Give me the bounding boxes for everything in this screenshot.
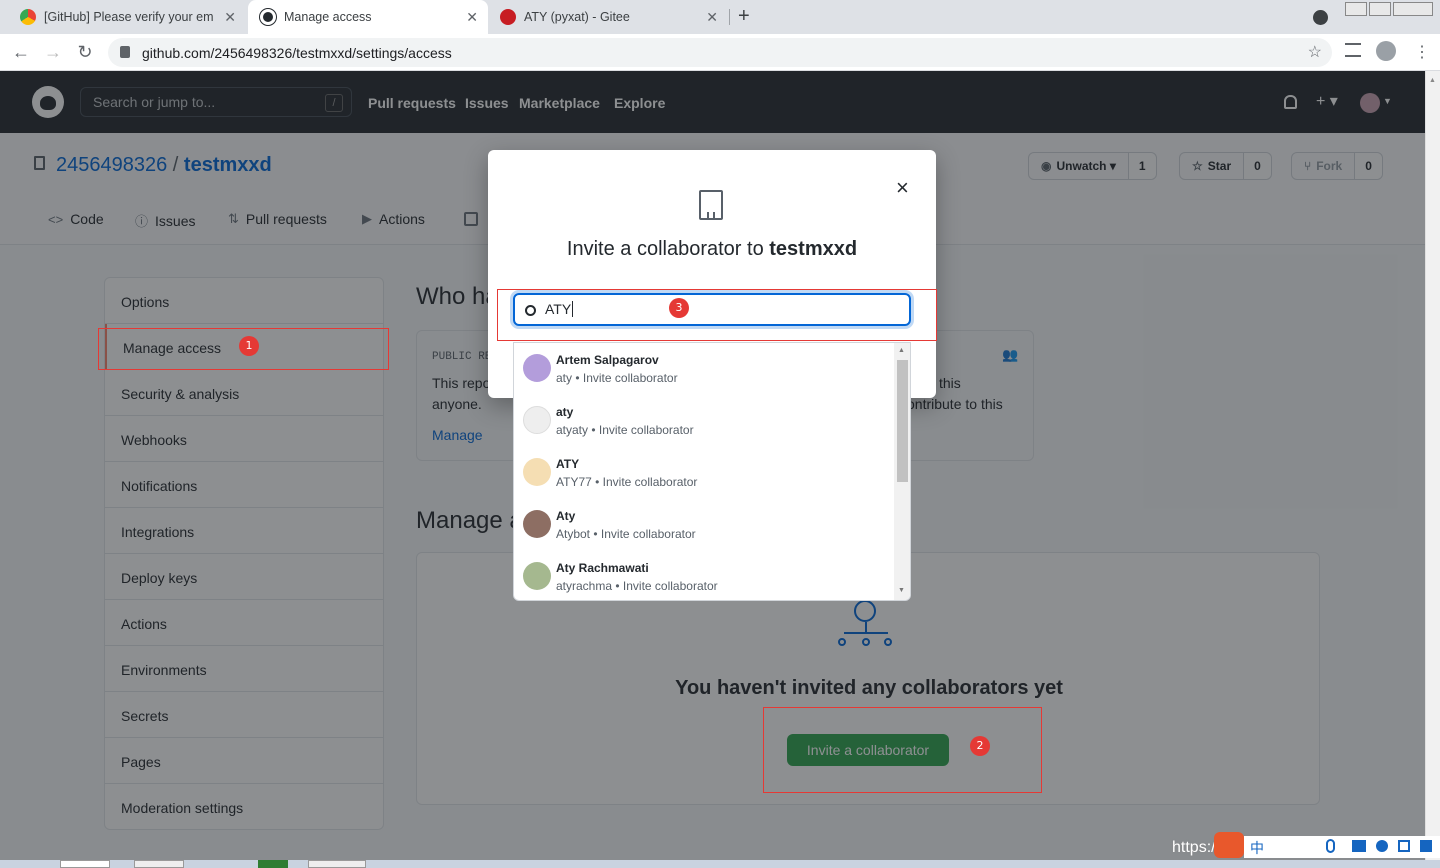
ime-chinese-toggle[interactable]: 中 [1250, 838, 1264, 858]
dialog-title-repo: testmxxd [769, 238, 858, 260]
result-name: ATY [556, 457, 580, 471]
scroll-up-icon[interactable]: ▲ [1429, 77, 1436, 84]
result-action: • Invite collaborator [588, 423, 694, 437]
user-icon[interactable] [1376, 840, 1388, 852]
address-bar-row: ← → ↻ github.com/2456498326/testmxxd/set… [0, 34, 1440, 71]
result-name: Aty [556, 509, 576, 523]
annotation-badge-3: 3 [669, 298, 689, 318]
avatar [523, 510, 551, 538]
microphone-icon[interactable] [1326, 839, 1335, 853]
scroll-up-icon[interactable]: ▲ [898, 347, 905, 354]
annotation-badge-1: 1 [239, 336, 259, 356]
dialog-title-prefix: Invite a collaborator to [566, 238, 770, 260]
reload-icon[interactable]: ↻ [74, 42, 96, 63]
taskbar-app[interactable] [60, 860, 110, 868]
browser-tab-active[interactable]: Manage access ✕ [248, 0, 488, 34]
result-action: • Invite collaborator [591, 475, 698, 489]
result-subtitle: aty • Invite collaborator [556, 371, 678, 385]
url-text: github.com/2456498326/testmxxd/settings/… [142, 44, 452, 61]
result-action: • Invite collaborator [590, 527, 696, 541]
result-action: • Invite collaborator [612, 579, 718, 593]
dialog-title: Invite a collaborator to testmxxd [488, 238, 936, 261]
minimize-icon[interactable] [1345, 2, 1367, 16]
ime-toolbar[interactable]: 中 [1244, 836, 1440, 858]
result-login: aty [556, 371, 573, 385]
result-subtitle: atyaty • Invite collaborator [556, 423, 694, 437]
tab-favicon-icon [20, 9, 36, 25]
close-tab-icon[interactable]: ✕ [466, 9, 478, 26]
gitee-favicon-icon [500, 9, 516, 25]
annotation-badge-2: 2 [970, 736, 990, 756]
list-item[interactable]: Aty Rachmawati atyrachma • Invite collab… [514, 551, 894, 600]
reading-list-icon[interactable] [1345, 43, 1361, 57]
taskbar-app[interactable] [134, 860, 184, 868]
lock-icon [120, 46, 130, 58]
avatar [523, 458, 551, 486]
repo-book-icon [699, 190, 723, 220]
result-login: atyaty [556, 423, 589, 437]
os-taskbar [0, 860, 1440, 868]
forward-arrow-icon[interactable]: → [42, 42, 64, 63]
bookmark-star-icon[interactable]: ☆ [1308, 42, 1322, 62]
shirt-icon[interactable] [1398, 840, 1410, 852]
url-bar[interactable]: github.com/2456498326/testmxxd/settings/… [108, 38, 1332, 67]
browser-tab-bar: [GitHub] Please verify your em ✕ Manage … [0, 0, 1440, 34]
browser-tab[interactable]: ATY (pyxat) - Gitee ✕ [488, 0, 728, 34]
result-name: Artem Salpagarov [556, 353, 659, 367]
tab-search-icon[interactable] [1313, 10, 1328, 25]
avatar [523, 354, 551, 382]
list-item[interactable]: Artem Salpagarov aty • Invite collaborat… [514, 343, 894, 395]
result-name: aty [556, 405, 574, 419]
list-item[interactable]: ATY ATY77 • Invite collaborator [514, 447, 894, 499]
list-item[interactable]: aty atyaty • Invite collaborator [514, 395, 894, 447]
tab-title: [GitHub] Please verify your em [44, 10, 214, 24]
avatar [523, 406, 551, 434]
avatar [523, 562, 551, 590]
taskbar-app[interactable] [258, 860, 288, 868]
page-scrollbar[interactable]: ▲ ▼ [1425, 71, 1440, 860]
result-name: Aty Rachmawati [556, 561, 649, 575]
tab-title: ATY (pyxat) - Gitee [524, 10, 630, 24]
close-icon[interactable]: × [896, 175, 909, 201]
browser-tab[interactable]: [GitHub] Please verify your em ✕ [8, 0, 246, 34]
window-close-icon[interactable] [1393, 2, 1433, 16]
tab-title: Manage access [284, 10, 372, 24]
close-tab-icon[interactable]: ✕ [706, 9, 718, 26]
back-arrow-icon[interactable]: ← [10, 42, 32, 63]
github-favicon-icon [260, 9, 276, 25]
ime-logo-icon[interactable] [1214, 832, 1244, 858]
result-login: atyrachma [556, 579, 613, 593]
browser-menu-icon[interactable]: ⋮ [1414, 42, 1430, 62]
autocomplete-dropdown: Artem Salpagarov aty • Invite collaborat… [513, 342, 911, 601]
scrollbar-thumb[interactable] [897, 360, 908, 482]
taskbar-app[interactable] [308, 860, 366, 868]
list-item[interactable]: Aty Atybot • Invite collaborator [514, 499, 894, 551]
close-tab-icon[interactable]: ✕ [224, 9, 236, 26]
keyboard-icon[interactable] [1352, 840, 1366, 852]
profile-avatar-icon[interactable] [1376, 41, 1396, 61]
tab-separator [729, 9, 730, 25]
result-login: ATY77 [556, 475, 592, 489]
dropdown-scrollbar[interactable]: ▲ ▼ [894, 343, 910, 600]
new-tab-button[interactable]: + [738, 5, 750, 28]
restore-icon[interactable] [1369, 2, 1391, 16]
result-subtitle: atyrachma • Invite collaborator [556, 579, 718, 593]
result-subtitle: Atybot • Invite collaborator [556, 527, 696, 541]
result-subtitle: ATY77 • Invite collaborator [556, 475, 697, 489]
result-login: Atybot [556, 527, 591, 541]
result-action: • Invite collaborator [572, 371, 678, 385]
grid-icon[interactable] [1420, 840, 1432, 852]
annotation-box-3 [497, 289, 937, 341]
scroll-down-icon[interactable]: ▼ [898, 587, 905, 594]
annotation-box-2 [763, 707, 1042, 793]
